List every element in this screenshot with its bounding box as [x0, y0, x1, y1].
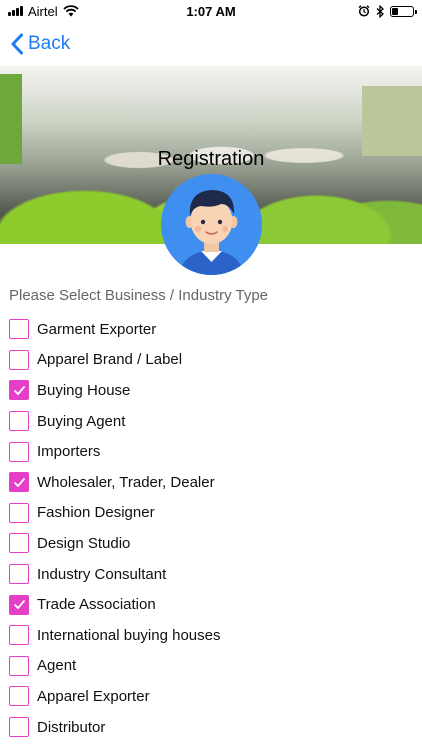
option-international-buying-houses[interactable]: International buying houses [9, 620, 419, 651]
option-label: Garment Exporter [37, 320, 157, 338]
checkbox[interactable] [9, 655, 29, 676]
bluetooth-icon [376, 4, 384, 18]
option-agent[interactable]: Agent [9, 651, 419, 682]
hero-ceiling [0, 66, 422, 106]
option-buying-house[interactable]: Buying House [9, 375, 419, 406]
chevron-left-icon [11, 33, 23, 55]
option-garment-exporter[interactable]: Garment Exporter [9, 314, 419, 345]
option-label: Apparel Brand / Label [37, 351, 183, 369]
nav-bar: Back [0, 22, 422, 66]
option-distributor[interactable]: Distributor [9, 712, 419, 743]
checkbox[interactable] [9, 411, 29, 432]
option-label: Importers [37, 443, 101, 461]
option-importers[interactable]: Importers [9, 436, 419, 467]
status-right [358, 4, 417, 18]
check-icon [13, 477, 25, 488]
checkbox[interactable] [9, 380, 29, 401]
option-label: Fashion Designer [37, 504, 155, 522]
back-label: Back [28, 33, 71, 54]
checkbox[interactable] [9, 349, 29, 370]
checkbox[interactable] [9, 472, 29, 493]
avatar[interactable] [161, 174, 262, 275]
back-button[interactable]: Back [10, 33, 70, 55]
checkbox[interactable] [9, 319, 29, 340]
checkbox[interactable] [9, 441, 29, 462]
user-avatar-icon [161, 174, 262, 275]
signal-icon [8, 6, 23, 16]
option-label: Wholesaler, Trader, Dealer [37, 473, 215, 491]
option-wholesaler[interactable]: Wholesaler, Trader, Dealer [9, 467, 419, 498]
option-label: International buying houses [37, 626, 221, 644]
option-industry-consultant[interactable]: Industry Consultant [9, 559, 419, 590]
section-title: Please Select Business / Industry Type [9, 287, 269, 304]
status-bar: Airtel 1:07 AM [0, 0, 422, 22]
checkbox[interactable] [9, 564, 29, 585]
option-label: Apparel Exporter [37, 687, 150, 705]
option-label: Agent [37, 657, 77, 675]
check-icon [13, 385, 25, 396]
option-label: Buying House [37, 381, 131, 399]
option-label: Distributor [37, 718, 106, 736]
check-icon [13, 600, 25, 610]
battery-icon [390, 5, 417, 17]
option-label: Design Studio [37, 534, 131, 552]
checkbox[interactable] [9, 533, 29, 554]
carrier-label: Airtel [28, 3, 58, 19]
business-type-list: Garment Exporter Apparel Brand / Label B… [9, 314, 419, 742]
page-title: Registration [157, 148, 265, 170]
option-trade-association[interactable]: Trade Association [9, 589, 419, 620]
checkbox[interactable] [9, 686, 29, 707]
checkbox[interactable] [9, 717, 29, 738]
checkbox[interactable] [9, 594, 29, 615]
hero-wall-right [362, 86, 422, 156]
option-label: Buying Agent [37, 412, 126, 430]
checkbox[interactable] [9, 502, 29, 523]
option-buying-agent[interactable]: Buying Agent [9, 406, 419, 437]
option-label: Trade Association [37, 596, 156, 614]
status-left: Airtel [8, 4, 79, 19]
wifi-icon [62, 5, 79, 17]
checkbox[interactable] [9, 625, 29, 646]
option-apparel-brand[interactable]: Apparel Brand / Label [9, 345, 419, 376]
option-apparel-exporter[interactable]: Apparel Exporter [9, 681, 419, 712]
alarm-icon [358, 5, 370, 17]
option-design-studio[interactable]: Design Studio [9, 528, 419, 559]
option-label: Industry Consultant [37, 565, 167, 583]
option-fashion-designer[interactable]: Fashion Designer [9, 498, 419, 529]
